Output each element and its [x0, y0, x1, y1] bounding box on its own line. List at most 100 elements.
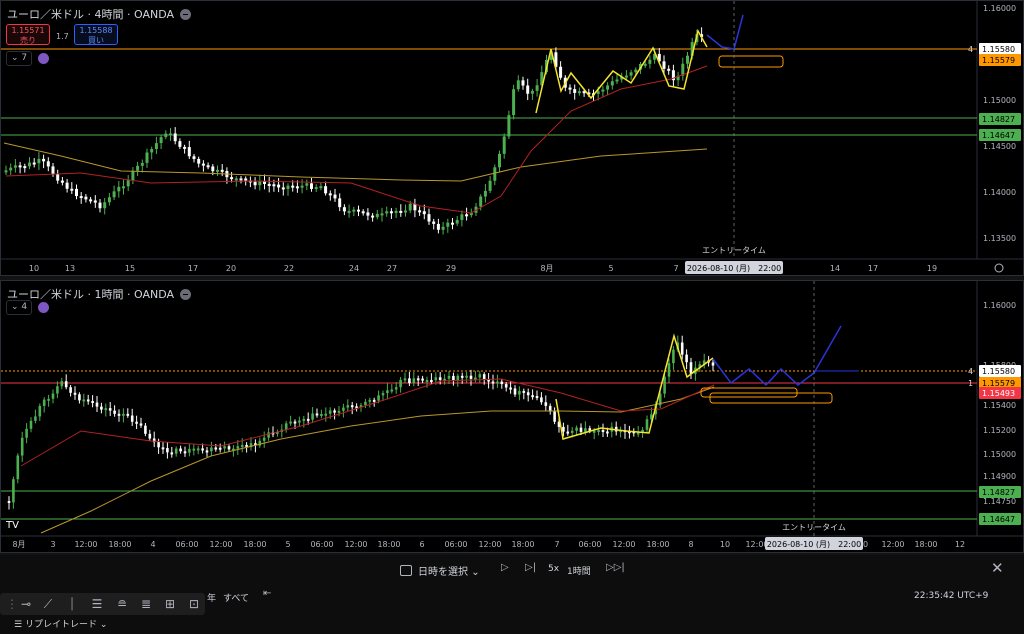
- candle: [227, 446, 231, 450]
- candle: [584, 428, 587, 432]
- candle: [157, 442, 160, 448]
- tag-counter: 1: [968, 379, 973, 388]
- chart-canvas-1h[interactable]: 1.160001.158001.154001.152001.150001.149…: [1, 281, 1023, 552]
- time-axis-label: 18:00: [108, 540, 131, 549]
- chart-canvas-4h[interactable]: 1.160001.155001.150001.145001.140001.135…: [1, 1, 1023, 275]
- candle: [368, 399, 372, 402]
- candle: [284, 423, 288, 430]
- price-tag-label: 1.15579: [982, 56, 1015, 65]
- indicator-toggle-4h[interactable]: ⌄ 7: [6, 51, 33, 66]
- horizontal-line-icon[interactable]: ⊸: [18, 596, 34, 612]
- candle: [535, 85, 539, 91]
- trend-line-icon[interactable]: ⟋: [40, 596, 56, 612]
- parallel-channel-icon[interactable]: ≣: [138, 596, 154, 612]
- time-axis-label: 5: [285, 540, 290, 549]
- date-select-button[interactable]: 日時を選択 ⌄: [400, 563, 480, 578]
- candle: [577, 91, 581, 94]
- candle: [117, 413, 121, 416]
- candle: [211, 166, 215, 172]
- candle: [451, 222, 454, 225]
- candle: [239, 178, 243, 181]
- buy-button[interactable]: 1.15588 買い: [74, 24, 118, 45]
- replay-speed[interactable]: 5x: [548, 564, 559, 574]
- jump-to-realtime-icon[interactable]: ▷▷|: [606, 562, 625, 573]
- candle: [455, 219, 459, 224]
- time-axis-label: 5: [608, 264, 613, 273]
- grid-tool-icon[interactable]: ⊞: [162, 596, 178, 612]
- candle: [469, 375, 473, 379]
- replay-trade-tab[interactable]: ☰ リプレイトレード ⌄: [14, 617, 107, 630]
- symbol-title-1h[interactable]: ユーロ／米ドル · 1時間 · OANDA: [7, 286, 191, 302]
- candle: [47, 398, 50, 401]
- time-axis-label: 8月: [12, 540, 25, 549]
- candle: [430, 379, 433, 382]
- candle: [223, 446, 226, 449]
- candle: [286, 185, 290, 189]
- range-all[interactable]: すべて: [223, 591, 249, 604]
- drawing-toolbar: ⋮ ⊸ ⟋ ⏐ ☰ ≘ ≣ ⊞ ⊡: [0, 593, 205, 615]
- candle: [389, 211, 393, 214]
- close-icon[interactable]: [180, 9, 191, 20]
- candle: [150, 149, 154, 153]
- tag-counter: 4: [968, 367, 973, 376]
- time-axis-label: 7: [554, 540, 559, 549]
- candle: [372, 399, 376, 402]
- candle: [460, 214, 464, 220]
- price-axis-label: 1.15200: [983, 426, 1016, 435]
- chart-panel-4h[interactable]: 1.160001.155001.150001.145001.140001.135…: [0, 0, 1024, 276]
- candle: [60, 381, 64, 387]
- rectangle-tool-icon[interactable]: ⊡: [186, 596, 202, 612]
- indicator-toggle-1h[interactable]: ⌄ 4: [6, 300, 33, 315]
- price-tag-label: 1.15580: [982, 45, 1015, 54]
- candle: [210, 447, 213, 452]
- price-axis-label: 1.14000: [983, 188, 1016, 197]
- fib-extension-icon[interactable]: ≘: [114, 596, 130, 612]
- close-icon[interactable]: [180, 289, 191, 300]
- candle: [277, 184, 281, 188]
- sell-button[interactable]: 1.15571 売り: [6, 24, 50, 45]
- chart-panel-1h[interactable]: 1.160001.158001.154001.152001.150001.149…: [0, 280, 1024, 553]
- candle: [579, 427, 583, 432]
- candle: [34, 416, 37, 421]
- candle: [380, 213, 384, 216]
- candle: [289, 421, 292, 424]
- candle: [377, 395, 380, 401]
- candle: [421, 378, 424, 381]
- candle: [159, 137, 163, 144]
- candle: [333, 410, 336, 413]
- candle: [592, 430, 596, 433]
- candle: [338, 198, 342, 208]
- candle: [216, 169, 219, 172]
- symbol-title-4h[interactable]: ユーロ／米ドル · 4時間 · OANDA: [7, 6, 191, 22]
- candle: [667, 68, 671, 71]
- time-axis-label: 12:00: [478, 540, 501, 549]
- indicator-settings-icon[interactable]: [38, 302, 49, 313]
- clock: 22:35:42 UTC+9: [914, 591, 989, 601]
- close-icon[interactable]: ✕: [991, 559, 1004, 577]
- candle: [122, 413, 125, 416]
- candle: [436, 223, 440, 230]
- candle: [465, 214, 469, 217]
- candle: [272, 184, 276, 187]
- candle: [570, 430, 574, 433]
- candle: [302, 418, 306, 421]
- candle: [126, 180, 130, 187]
- time-axis-label: 06:00: [444, 540, 467, 549]
- candle: [12, 479, 15, 503]
- candle: [460, 375, 464, 378]
- candle: [403, 378, 407, 381]
- candle: [240, 444, 244, 447]
- step-forward-icon[interactable]: ▷|: [525, 562, 536, 573]
- candle: [220, 169, 224, 172]
- time-axis-label: 18:00: [646, 540, 669, 549]
- vertical-line-icon[interactable]: ⏐: [64, 596, 80, 612]
- candle: [347, 210, 351, 213]
- replay-interval[interactable]: 1時間: [567, 564, 591, 577]
- play-icon[interactable]: ▷: [501, 562, 509, 573]
- goto-date-icon[interactable]: ⇤: [263, 588, 271, 599]
- indicator-settings-icon[interactable]: [38, 53, 49, 64]
- range-year[interactable]: 年: [207, 591, 216, 604]
- candle: [361, 211, 365, 214]
- time-axis-label: 10: [720, 540, 730, 549]
- fib-retracement-icon[interactable]: ☰: [89, 596, 105, 612]
